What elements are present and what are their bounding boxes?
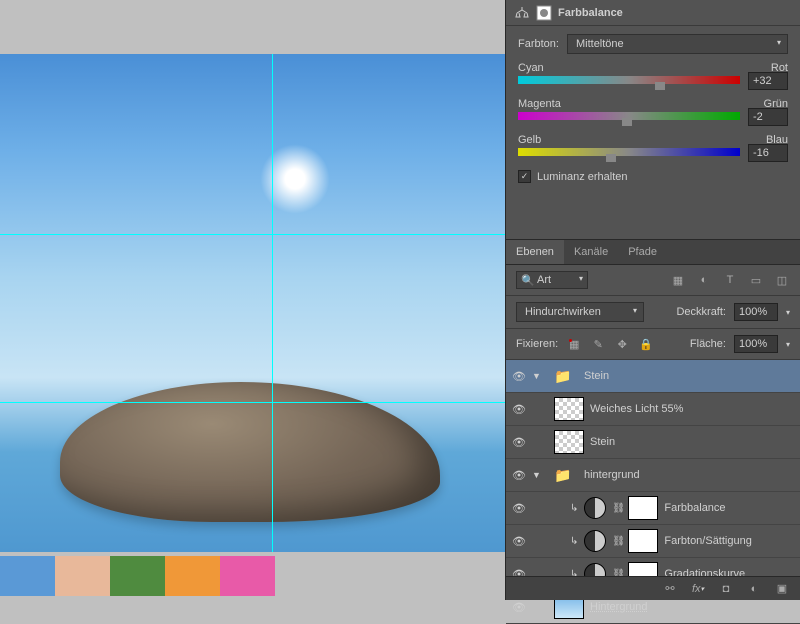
blend-mode-select[interactable]: Hindurchwirken [516, 302, 644, 322]
slider-value[interactable]: -16 [748, 144, 788, 162]
slider-thumb[interactable] [606, 154, 616, 162]
layer-row[interactable]: 👁 ▼ 📁 hintergrund [506, 459, 800, 492]
layer-row[interactable]: 👁 ↳ ⛓ Farbbalance [506, 492, 800, 525]
folder-icon: 📁 [548, 463, 578, 487]
slider-thumb[interactable] [655, 82, 665, 90]
clip-icon: ↳ [570, 503, 578, 514]
filter-image-icon[interactable]: ▦ [670, 273, 686, 287]
layers-tabs: EbenenKanälePfade [506, 239, 800, 265]
layer-row[interactable]: 👁 Stein [506, 426, 800, 459]
tab-pfade[interactable]: Pfade [618, 240, 667, 264]
lock-all-icon[interactable]: 🔒 [638, 337, 654, 351]
color-slider[interactable]: +32 [518, 76, 740, 84]
layer-filter-select[interactable]: 🔍 Art ▾ [516, 271, 588, 289]
layer-thumbnail[interactable] [554, 397, 584, 421]
layer-mask[interactable] [628, 529, 658, 553]
layer-name[interactable]: Hintergrund [590, 601, 647, 613]
slider-left-label: Gelb [518, 134, 541, 146]
clip-icon: ↳ [570, 536, 578, 547]
layer-row[interactable]: 👁 Weiches Licht 55% [506, 393, 800, 426]
group-toggle-icon[interactable]: ▼ [532, 470, 542, 480]
opacity-label: Deckkraft: [676, 306, 726, 318]
color-swatch[interactable] [110, 556, 165, 596]
visibility-icon[interactable]: 👁 [512, 601, 526, 614]
guide-horizontal[interactable] [0, 234, 505, 235]
layers-filter-bar: 🔍 Art ▾ ▦ ◐ T ▭ ◫ [506, 265, 800, 296]
layer-name[interactable]: Farbton/Sättigung [664, 535, 751, 547]
visibility-icon[interactable]: 👁 [512, 403, 526, 416]
guide-horizontal[interactable] [0, 402, 505, 403]
color-swatch[interactable] [0, 556, 55, 596]
layer-name[interactable]: Weiches Licht 55% [590, 403, 683, 415]
mask-icon [536, 5, 552, 21]
opacity-input[interactable]: 100% [734, 303, 778, 321]
layer-mask[interactable] [628, 496, 658, 520]
adjustment-icon [584, 497, 606, 519]
filter-shape-icon[interactable]: ▭ [748, 273, 764, 287]
visibility-icon[interactable]: 👁 [512, 535, 526, 548]
group-toggle-icon[interactable]: ▼ [532, 371, 542, 381]
visibility-icon[interactable]: 👁 [512, 436, 526, 449]
color-swatch[interactable] [55, 556, 110, 596]
layers-bottom-bar: ⚯ fx▾ ◘ ◐ ▣ [506, 576, 800, 600]
filter-adjustment-icon[interactable]: ◐ [696, 273, 712, 287]
color-balance-section: Farbton: Mitteltöne CyanRot +32 MagentaG… [506, 26, 800, 191]
new-adjustment-icon[interactable]: ◐ [746, 582, 762, 596]
layer-fx-icon[interactable]: fx▾ [690, 582, 706, 596]
tone-select[interactable]: Mitteltöne [567, 34, 788, 54]
lock-label: Fixieren: [516, 338, 558, 350]
link-icon: ⛓ [612, 536, 622, 547]
canvas-area[interactable] [0, 54, 505, 552]
layer-thumbnail[interactable] [554, 430, 584, 454]
checkbox-icon: ✓ [518, 170, 531, 183]
canvas-rock [60, 382, 440, 522]
lock-position-icon[interactable]: ✥ [614, 337, 630, 351]
tone-label: Farbton: [518, 38, 559, 50]
preserve-luminosity-label: Luminanz erhalten [537, 171, 628, 183]
preserve-luminosity-checkbox[interactable]: ✓ Luminanz erhalten [518, 170, 788, 183]
layer-row[interactable]: 👁 ↳ ⛓ Farbton/Sättigung [506, 525, 800, 558]
add-mask-icon[interactable]: ◘ [718, 582, 734, 596]
visibility-icon[interactable]: 👁 [512, 370, 526, 383]
balance-icon [514, 5, 530, 21]
fill-input[interactable]: 100% [734, 335, 778, 353]
right-panel: Farbbalance Farbton: Mitteltöne CyanRot … [505, 0, 800, 600]
guide-vertical[interactable] [272, 54, 273, 552]
color-slider[interactable]: -2 [518, 112, 740, 120]
layer-name[interactable]: Stein [590, 436, 615, 448]
panel-title: Farbbalance [558, 7, 623, 19]
slider-value[interactable]: +32 [748, 72, 788, 90]
color-slider[interactable]: -16 [518, 148, 740, 156]
new-group-icon[interactable]: ▣ [774, 582, 790, 596]
tab-ebenen[interactable]: Ebenen [506, 240, 564, 264]
folder-icon: 📁 [548, 364, 578, 388]
layer-name[interactable]: Farbbalance [664, 502, 725, 514]
color-swatch[interactable] [165, 556, 220, 596]
link-icon: ⛓ [612, 503, 622, 514]
visibility-icon[interactable]: 👁 [512, 502, 526, 515]
canvas-sun [260, 144, 330, 214]
slider-thumb[interactable] [622, 118, 632, 126]
lock-brush-icon[interactable]: ✎ [590, 337, 606, 351]
filter-type-icon[interactable]: T [722, 273, 738, 287]
slider-left-label: Cyan [518, 62, 544, 74]
slider-left-label: Magenta [518, 98, 561, 110]
layer-name[interactable]: Stein [584, 370, 609, 382]
lock-pixels-icon[interactable]: ▦ [566, 337, 582, 351]
fill-label: Fläche: [690, 338, 726, 350]
filter-smart-icon[interactable]: ◫ [774, 273, 790, 287]
adjustment-icon [584, 530, 606, 552]
layer-row[interactable]: 👁 ▼ 📁 Stein [506, 360, 800, 393]
tab-kanäle[interactable]: Kanäle [564, 240, 618, 264]
visibility-icon[interactable]: 👁 [512, 469, 526, 482]
color-balance-header: Farbbalance [506, 0, 800, 26]
color-swatch[interactable] [220, 556, 275, 596]
color-swatches [0, 552, 505, 600]
slider-value[interactable]: -2 [748, 108, 788, 126]
link-layers-icon[interactable]: ⚯ [662, 582, 678, 596]
layer-name[interactable]: hintergrund [584, 469, 640, 481]
